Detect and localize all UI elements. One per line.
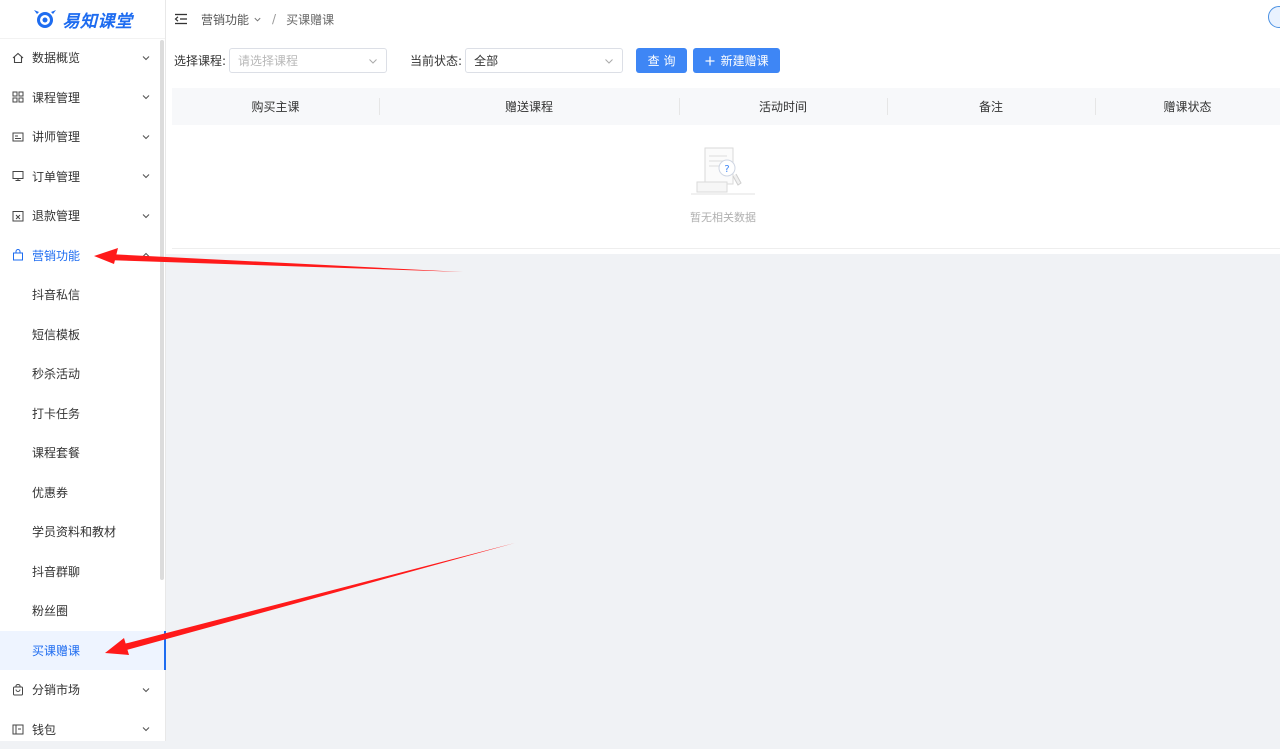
sidebar-sub-sms-template[interactable]: 短信模板 <box>0 315 159 355</box>
monitor-icon <box>12 170 24 182</box>
plus-icon <box>705 56 715 66</box>
sidebar-item-label: 分销市场 <box>32 681 80 698</box>
sidebar-item-label: 订单管理 <box>32 168 80 185</box>
chevron-down-icon <box>141 92 151 102</box>
chevron-down-icon <box>141 685 151 695</box>
column-header-remark: 备注 <box>887 88 1095 125</box>
avatar[interactable] <box>1268 6 1280 28</box>
svg-text:?: ? <box>724 164 729 175</box>
home-icon <box>12 52 24 64</box>
breadcrumb-current: 买课赠课 <box>286 11 334 28</box>
sidebar-item-wallet[interactable]: 钱包 <box>0 710 159 749</box>
empty-state: ? 暂无相关数据 <box>166 138 1280 225</box>
chevron-up-icon <box>141 250 151 260</box>
sidebar-item-courses[interactable]: 课程管理 <box>0 78 159 118</box>
sidebar-item-orders[interactable]: 订单管理 <box>0 157 159 197</box>
sidebar-sub-flash-sale[interactable]: 秒杀活动 <box>0 354 159 394</box>
sidebar-item-label: 数据概览 <box>32 49 80 66</box>
sidebar-sub-buy-gift-course[interactable]: 买课赠课 <box>0 631 166 671</box>
grid-icon <box>12 91 24 103</box>
breadcrumb: 营销功能 / 买课赠课 <box>201 11 334 28</box>
chevron-down-icon <box>141 724 151 734</box>
main-content: 选择课程: 请选择课程 当前状态: 全部 查 询 新建赠课 购买主课 赠送课程 … <box>166 38 1280 254</box>
chevron-down-icon <box>141 132 151 142</box>
breadcrumb-separator: / <box>272 12 276 26</box>
chevron-down-icon <box>604 56 614 66</box>
calendar-x-icon <box>12 210 24 222</box>
sidebar-sub-douyin-dm[interactable]: 抖音私信 <box>0 275 159 315</box>
id-card-icon <box>12 131 24 143</box>
column-header-main-course: 购买主课 <box>172 88 379 125</box>
course-filter-label: 选择课程: <box>174 52 226 69</box>
brand-name: 易知课堂 <box>63 7 133 32</box>
column-header-activity-time: 活动时间 <box>679 88 887 125</box>
sidebar-item-lecturers[interactable]: 讲师管理 <box>0 117 159 157</box>
sidebar-item-label: 课程管理 <box>32 89 80 106</box>
sidebar-sub-coupon[interactable]: 优惠券 <box>0 473 159 513</box>
new-gift-course-button[interactable]: 新建赠课 <box>693 48 780 73</box>
chevron-down-icon <box>141 53 151 63</box>
sidebar-sub-douyin-group[interactable]: 抖音群聊 <box>0 552 159 592</box>
sidebar: 易知课堂 数据概览 课程管理 讲师管理 订单管理 退款管理 <box>0 0 166 741</box>
sidebar-item-label: 退款管理 <box>32 207 80 224</box>
status-filter-label: 当前状态: <box>410 52 462 69</box>
course-select[interactable]: 请选择课程 <box>229 48 387 73</box>
sidebar-item-label: 营销功能 <box>32 247 80 264</box>
sidebar-item-label: 讲师管理 <box>32 128 80 145</box>
sidebar-sub-checkin-task[interactable]: 打卡任务 <box>0 394 159 434</box>
new-gift-course-label: 新建赠课 <box>721 52 769 69</box>
sidebar-item-dashboard[interactable]: 数据概览 <box>0 38 159 78</box>
status-select[interactable]: 全部 <box>465 48 623 73</box>
logo-icon <box>33 8 57 30</box>
sidebar-sub-course-bundle[interactable]: 课程套餐 <box>0 433 159 473</box>
sidebar-menu: 数据概览 课程管理 讲师管理 订单管理 退款管理 营销功能 抖音私 <box>0 38 159 749</box>
status-select-value: 全部 <box>474 52 498 69</box>
bag-icon <box>12 249 24 261</box>
brand-logo[interactable]: 易知课堂 <box>0 0 165 39</box>
chevron-down-icon <box>141 171 151 181</box>
chevron-down-icon[interactable] <box>253 15 262 24</box>
column-header-gift-course: 赠送课程 <box>379 88 679 125</box>
sidebar-item-label: 钱包 <box>32 721 56 738</box>
wallet-icon <box>12 723 24 735</box>
query-button[interactable]: 查 询 <box>636 48 687 73</box>
sidebar-item-refunds[interactable]: 退款管理 <box>0 196 159 236</box>
sidebar-scrollbar[interactable] <box>160 40 164 580</box>
query-button-label: 查 询 <box>648 52 676 69</box>
breadcrumb-parent[interactable]: 营销功能 <box>201 11 249 28</box>
course-select-placeholder: 请选择课程 <box>238 52 298 69</box>
divider <box>172 248 1280 249</box>
table-header: 购买主课 赠送课程 活动时间 备注 赠课状态 <box>172 88 1280 125</box>
top-header: 营销功能 / 买课赠课 <box>166 0 1280 39</box>
arrow-to-buy-gift-course <box>105 543 515 655</box>
empty-document-icon: ? <box>683 138 763 200</box>
sidebar-item-distribution[interactable]: 分销市场 <box>0 670 159 710</box>
filter-bar: 选择课程: 请选择课程 当前状态: 全部 查 询 新建赠课 <box>174 47 780 74</box>
sidebar-sub-student-materials[interactable]: 学员资料和教材 <box>0 512 159 552</box>
column-header-gift-status: 赠课状态 <box>1095 88 1280 125</box>
sidebar-sub-fan-circle[interactable]: 粉丝圈 <box>0 591 159 631</box>
sidebar-item-marketing[interactable]: 营销功能 <box>0 236 159 276</box>
menu-collapse-icon[interactable] <box>174 13 188 25</box>
empty-state-text: 暂无相关数据 <box>166 209 1280 225</box>
store-icon <box>12 684 24 696</box>
chevron-down-icon <box>141 211 151 221</box>
chevron-down-icon <box>368 56 378 66</box>
